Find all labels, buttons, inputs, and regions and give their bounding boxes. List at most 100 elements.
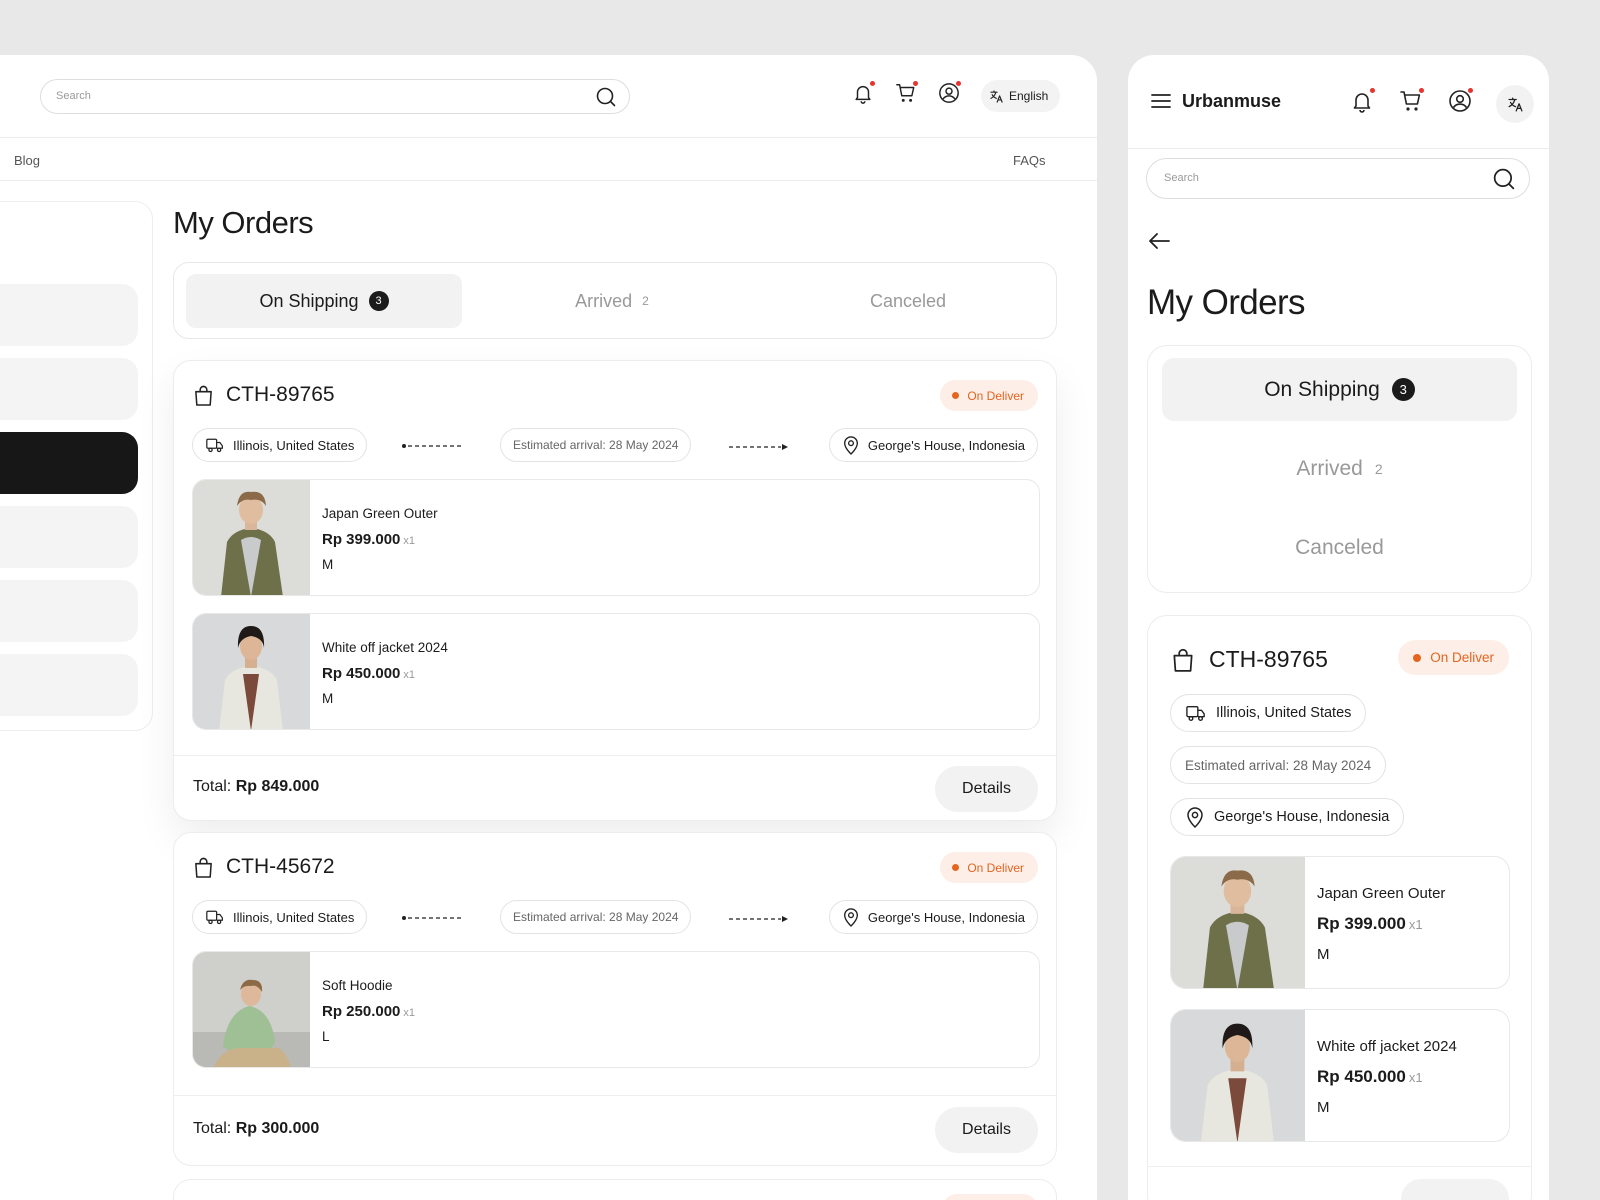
destination-pill: George's House, Indonesia: [1170, 798, 1404, 836]
order-header: CTH-89765: [1171, 646, 1328, 673]
product-price: Rp 399.000x1: [1317, 914, 1423, 934]
bell-icon[interactable]: [1350, 89, 1374, 113]
notification-dot: [869, 80, 876, 87]
translate-icon[interactable]: [1496, 85, 1534, 123]
cart-dot: [912, 80, 919, 87]
product-name: Japan Green Outer: [1317, 885, 1445, 902]
sidebar-item[interactable]: [0, 358, 138, 420]
origin-text: Illinois, United States: [233, 438, 354, 453]
route-dash-end: [729, 916, 789, 922]
details-button[interactable]: [1401, 1179, 1509, 1200]
product-image: [1171, 1010, 1305, 1142]
bell-icon[interactable]: [852, 82, 874, 104]
tab-canceled[interactable]: Canceled: [770, 274, 1046, 328]
product-qty: x1: [403, 535, 415, 547]
product-name: Soft Hoodie: [322, 978, 393, 993]
sidebar-item-active[interactable]: [0, 432, 138, 494]
tab-count: 2: [1375, 461, 1383, 477]
hamburger-menu-icon[interactable]: [1150, 91, 1172, 111]
account-sidebar: [0, 201, 153, 731]
map-pin-icon: [1185, 806, 1205, 828]
details-button[interactable]: Details: [935, 1107, 1038, 1153]
shopping-bag-icon: [193, 384, 214, 407]
status-badge: On Deliver: [1398, 640, 1509, 675]
total-label: Total:: [193, 778, 231, 795]
order-footer: [1148, 1166, 1531, 1200]
status-dot: [1413, 654, 1421, 662]
search-icon[interactable]: [1493, 168, 1515, 190]
search-input[interactable]: Search: [1146, 158, 1530, 199]
order-item[interactable]: Japan Green Outer Rp 399.000x1 M: [192, 479, 1040, 596]
product-image: [193, 614, 310, 730]
desktop-panel: Search English: [0, 55, 1097, 1200]
user-circle-icon[interactable]: [938, 82, 960, 104]
tab-on-shipping[interactable]: On Shipping 3: [1162, 358, 1517, 421]
nav-bar: Blog FAQs: [0, 138, 1097, 181]
order-item[interactable]: Soft Hoodie Rp 250.000x1 L: [192, 951, 1040, 1068]
truck-icon: [205, 436, 225, 454]
destination-pill: George's House, Indonesia: [829, 900, 1038, 934]
sidebar-item[interactable]: [0, 506, 138, 568]
eta-pill: Estimated arrival: 28 May 2024: [500, 900, 691, 934]
tab-on-shipping[interactable]: On Shipping 3: [186, 274, 462, 328]
tab-label: On Shipping: [1264, 378, 1380, 402]
nav-link-blog[interactable]: Blog: [14, 153, 40, 168]
sidebar-item[interactable]: [0, 654, 138, 716]
tab-arrived[interactable]: Arrived 2: [1162, 437, 1517, 500]
order-item[interactable]: Japan Green Outer Rp 399.000x1 M: [1170, 856, 1510, 989]
sidebar-item[interactable]: [0, 580, 138, 642]
status-dot: [952, 392, 959, 399]
order-item[interactable]: White off jacket 2024 Rp 450.000x1 M: [1170, 1009, 1510, 1142]
order-footer: Total: Rp 849.000 Details: [174, 755, 1056, 822]
product-size: M: [1317, 946, 1330, 963]
arrow-left-icon[interactable]: [1147, 231, 1171, 251]
search-icon[interactable]: [596, 87, 616, 107]
page-title: My Orders: [1147, 283, 1305, 323]
order-item[interactable]: White off jacket 2024 Rp 450.000x1 M: [192, 613, 1040, 730]
account-dot: [955, 80, 962, 87]
status-badge: On Deliver: [940, 852, 1038, 883]
tab-canceled[interactable]: Canceled: [1162, 516, 1517, 579]
total-label: Total:: [193, 1120, 231, 1137]
brand-logo[interactable]: Urbanmuse: [1182, 91, 1281, 112]
product-image: [193, 480, 310, 596]
page-title: My Orders: [173, 205, 313, 241]
order-id: CTH-45672: [226, 855, 335, 879]
price-value: Rp 250.000: [322, 1003, 400, 1020]
language-label: English: [1009, 89, 1048, 103]
tab-arrived[interactable]: Arrived 2: [474, 274, 750, 328]
origin-text: Illinois, United States: [233, 910, 354, 925]
cart-icon[interactable]: [1399, 89, 1423, 113]
product-price: Rp 450.000x1: [1317, 1067, 1423, 1087]
details-button[interactable]: Details: [935, 766, 1038, 812]
language-selector[interactable]: English: [981, 80, 1060, 112]
translate-icon: [989, 89, 1004, 104]
mobile-header: Urbanmuse: [1128, 55, 1549, 149]
product-price: Rp 450.000x1: [322, 665, 415, 682]
tab-label: On Shipping: [259, 291, 358, 312]
nav-link-faqs[interactable]: FAQs: [1013, 153, 1046, 168]
product-image: [193, 952, 310, 1068]
origin-text: Illinois, United States: [1216, 705, 1351, 721]
status-text: On Deliver: [967, 861, 1024, 875]
order-card: CTH-89765 On Deliver Illinois, United St…: [1147, 615, 1532, 1200]
eta-text: Estimated arrival: 28 May 2024: [1185, 758, 1371, 773]
route-dash-start: [402, 444, 462, 448]
sidebar-item[interactable]: [0, 284, 138, 346]
search-input[interactable]: Search: [40, 79, 630, 114]
origin-pill: Illinois, United States: [192, 900, 367, 934]
product-size: M: [1317, 1099, 1330, 1116]
cart-dot: [1418, 87, 1425, 94]
account-dot: [1467, 87, 1474, 94]
cart-icon[interactable]: [895, 82, 917, 104]
order-total: Total: Rp 300.000: [193, 1120, 319, 1138]
header-icons: [1350, 89, 1472, 113]
eta-pill: Estimated arrival: 28 May 2024: [500, 428, 691, 462]
status-badge: [942, 1194, 1038, 1200]
tab-label: Canceled: [870, 291, 946, 312]
destination-text: George's House, Indonesia: [868, 910, 1025, 925]
tab-label: Canceled: [1295, 536, 1384, 560]
user-circle-icon[interactable]: [1448, 89, 1472, 113]
price-value: Rp 450.000: [1317, 1067, 1406, 1086]
origin-pill: Illinois, United States: [192, 428, 367, 462]
